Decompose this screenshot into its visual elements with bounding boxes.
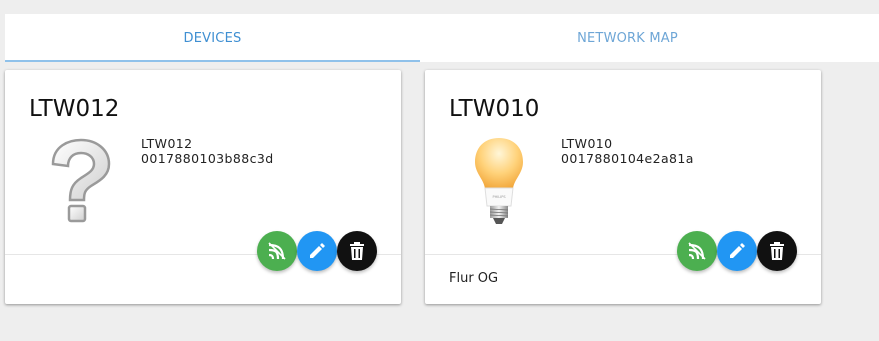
device-card: LTW012 LTW012 0017880103b88c3d <box>5 70 401 304</box>
edit-button[interactable] <box>297 231 337 271</box>
delete-button[interactable] <box>337 231 377 271</box>
device-title: LTW010 <box>449 96 540 122</box>
light-bulb-icon: PHILIPS <box>459 138 539 228</box>
device-card: LTW010 PHILIPS LTW010 0017880104e2a81a F… <box>425 70 821 304</box>
device-id: 0017880104e2a81a <box>561 151 694 166</box>
svg-text:PHILIPS: PHILIPS <box>492 195 506 199</box>
signal-icon <box>268 242 286 260</box>
tab-bar: DEVICES NETWORK MAP <box>5 14 879 62</box>
device-id: 0017880103b88c3d <box>141 151 274 166</box>
device-info: LTW012 0017880103b88c3d <box>141 136 274 166</box>
tab-network-map[interactable]: NETWORK MAP <box>420 14 835 62</box>
pencil-icon <box>310 243 325 258</box>
tab-devices[interactable]: DEVICES <box>5 14 420 62</box>
device-title: LTW012 <box>29 96 120 122</box>
edit-button[interactable] <box>717 231 757 271</box>
device-info: LTW010 0017880104e2a81a <box>561 136 694 166</box>
pencil-icon <box>730 243 745 258</box>
trash-icon <box>350 242 364 260</box>
trash-icon <box>770 242 784 260</box>
device-model: LTW012 <box>141 136 193 151</box>
question-mark-icon <box>39 138 119 228</box>
signal-icon <box>688 242 706 260</box>
identify-button[interactable] <box>257 231 297 271</box>
device-model: LTW010 <box>561 136 613 151</box>
device-room: Flur OG <box>449 271 499 286</box>
identify-button[interactable] <box>677 231 717 271</box>
delete-button[interactable] <box>757 231 797 271</box>
